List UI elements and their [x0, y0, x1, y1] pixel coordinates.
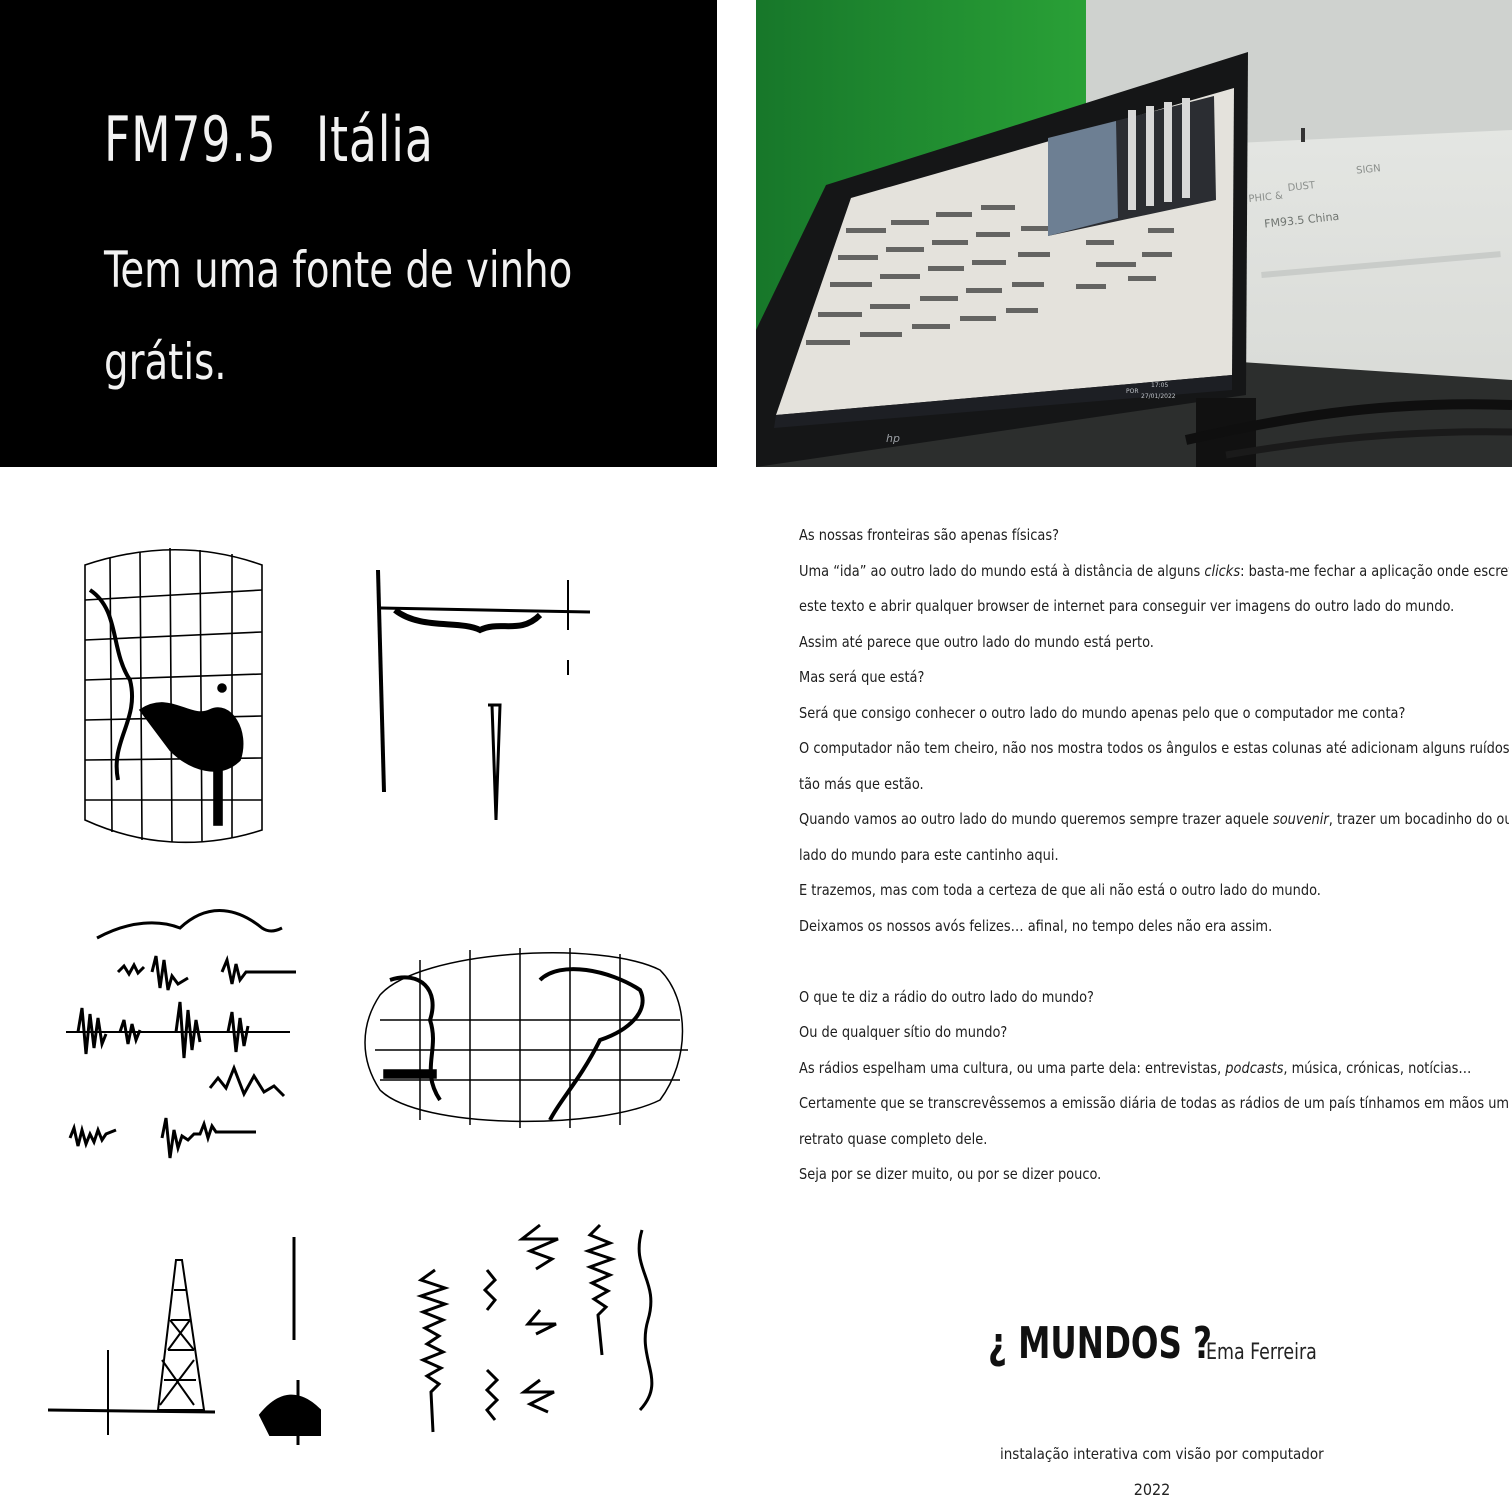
- taskbar-date: 27/01/2022: [1141, 393, 1176, 400]
- station-heading: FM79.5 Itália: [104, 102, 434, 178]
- essay-line: tão más que estão.: [799, 774, 924, 793]
- essay-line: As nossas fronteiras são apenas físicas?: [799, 526, 1059, 544]
- essay-line: lado do mundo para este cantinho aqui.: [799, 845, 1059, 864]
- essay-line: Mas será que está?: [799, 668, 925, 686]
- taskbar-time: 17:05: [1151, 382, 1168, 389]
- essay-line-text: , música, crónicas, notícias…: [1283, 1058, 1472, 1077]
- essay-line: O computador não tem cheiro, não nos mos…: [799, 739, 1509, 757]
- installation-photo: PHIC & DUST SIGN FM93.5 China POR 17:05 …: [756, 0, 1512, 467]
- essay-line: [799, 944, 1509, 980]
- author-name: Ema Ferreira: [1206, 1340, 1317, 1365]
- essay-line: O que te diz a rádio do outro lado do mu…: [799, 987, 1094, 1006]
- essay-line: Quando vamos ao outro lado do mundo quer…: [799, 802, 1509, 838]
- essay-line: Uma “ida” ao outro lado do mundo está à …: [799, 554, 1509, 590]
- essay-line: Assim até parece que outro lado do mundo…: [799, 632, 1154, 651]
- work-title: ¿ MUNDOS ?: [988, 1318, 1213, 1369]
- taskbar-language: POR: [1126, 388, 1139, 395]
- monitor-logo: hp: [886, 432, 900, 445]
- essay-line: Seja por se dizer muito, ou por se dizer…: [799, 1165, 1102, 1183]
- essay-line: Será que consigo conhecer o outro lado d…: [799, 703, 1406, 722]
- essay-line: Certamente que se transcrevêssemos a emi…: [799, 1094, 1509, 1112]
- station-code: FM79.5: [104, 103, 277, 176]
- vertical-waveforms: [416, 1223, 654, 1433]
- essay-line: este texto e abrir qualquer browser de i…: [799, 597, 1455, 615]
- essay-line-text: Quando vamos ao outro lado do mundo quer…: [799, 810, 1273, 828]
- essay-line: retrato quase completo dele.: [799, 1129, 988, 1148]
- radio-tower-glyph: [47, 1237, 321, 1445]
- essay-line: As rádios espelham uma cultura, ou uma p…: [799, 1051, 1471, 1087]
- map-fragment-1: [84, 547, 263, 844]
- station-message: Tem uma fonte de vinho grátis.: [104, 241, 573, 391]
- essay-line: E trazemos, mas com toda a certeza de qu…: [799, 881, 1321, 899]
- essay-emphasis: souvenir: [1272, 810, 1329, 828]
- credits-title-block: ¿ MUNDOS ? Ema Ferreira: [988, 1318, 1317, 1369]
- glyph-collage-art: [47, 547, 688, 1445]
- essay-line-text: Uma “ida” ao outro lado do mundo está à …: [799, 561, 1205, 580]
- essay-line: Ou de qualquer sítio do mundo?: [799, 1023, 1008, 1041]
- world-map-glyph: [364, 948, 688, 1128]
- essay-line-text: , trazer um bocadinho do outro: [1328, 810, 1509, 828]
- essay-line: Deixamos os nossos avós felizes… afinal,…: [799, 916, 1273, 935]
- installation-photo-art: PHIC & DUST SIGN FM93.5 China POR 17:05 …: [756, 0, 1512, 467]
- essay-line-text: As rádios espelham uma cultura, ou uma p…: [799, 1058, 1226, 1077]
- essay-text: As nossas fronteiras são apenas físicas?…: [799, 518, 1509, 1193]
- work-subtitle: instalação interativa com visão por comp…: [1000, 1445, 1324, 1463]
- station-country: Itália: [315, 103, 434, 176]
- mast-glyph: [376, 569, 591, 821]
- waveform-cluster: [66, 909, 296, 1159]
- essay-emphasis: podcasts: [1225, 1058, 1284, 1077]
- essay-emphasis: clicks: [1204, 561, 1241, 580]
- radio-message-slide: FM79.5 Itália Tem uma fonte de vinho grát…: [0, 0, 717, 467]
- glyph-collage: [0, 480, 740, 1512]
- work-year: 2022: [1133, 1480, 1171, 1499]
- essay-line-text: : basta-me fechar a aplicação onde escre…: [1240, 561, 1509, 580]
